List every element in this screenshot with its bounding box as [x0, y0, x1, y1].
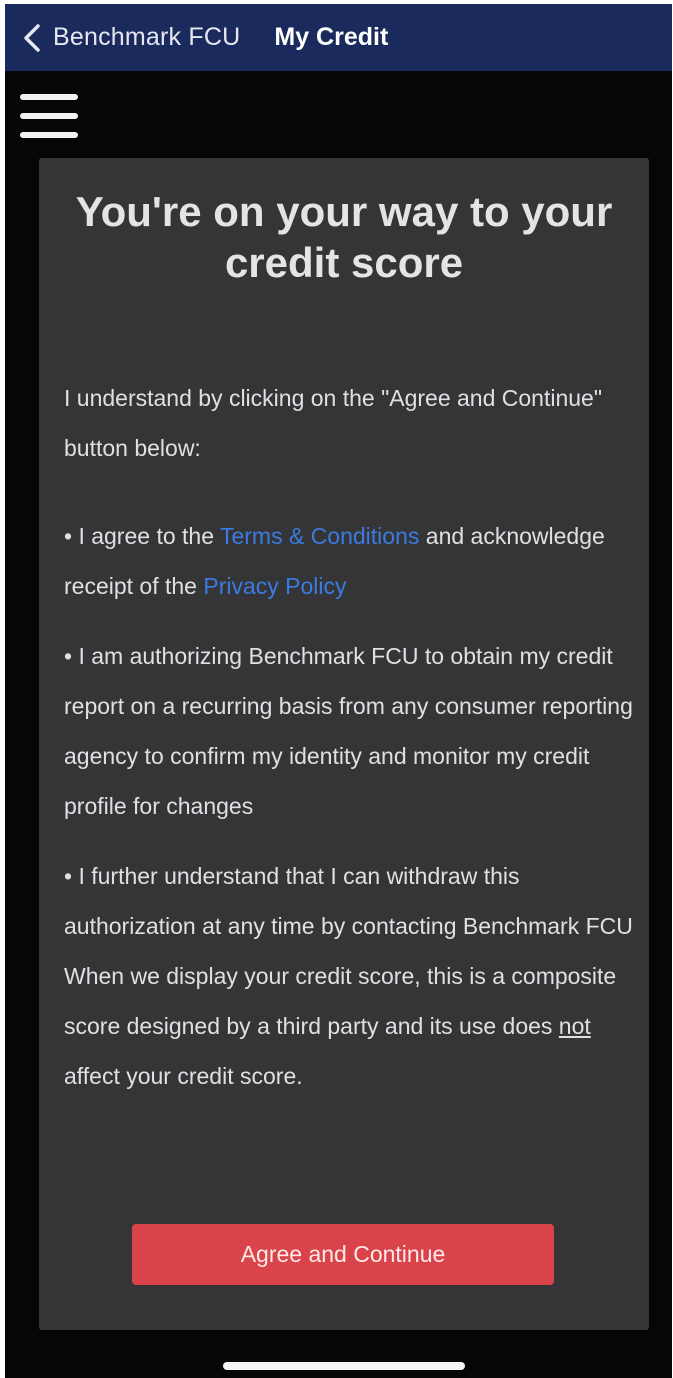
app-screen: Benchmark FCU My Credit You're on your w… — [5, 4, 672, 1378]
consent-text: I understand by clicking on the "Agree a… — [64, 373, 634, 1101]
navigation-bar: Benchmark FCU My Credit — [5, 4, 672, 71]
terms-bullet-prefix: • I agree to the — [64, 523, 220, 549]
back-button-label: Benchmark FCU — [53, 23, 241, 51]
hamburger-menu-icon[interactable] — [20, 94, 78, 138]
withdraw-bullet: • I further understand that I can withdr… — [64, 863, 633, 939]
card-title: You're on your way to your credit score — [75, 188, 613, 286]
disclaimer-emphasis: not — [558, 1013, 591, 1039]
agree-continue-button[interactable]: Agree and Continue — [132, 1224, 554, 1285]
authorization-bullet: • I am authorizing Benchmark FCU to obta… — [64, 643, 633, 819]
chevron-left-icon — [24, 23, 40, 52]
privacy-policy-link[interactable]: Privacy Policy — [203, 573, 346, 599]
consent-card: You're on your way to your credit score … — [39, 158, 649, 1330]
terms-conditions-link[interactable]: Terms & Conditions — [220, 523, 419, 549]
intro-text: I understand by clicking on the "Agree a… — [64, 385, 603, 461]
menu-line — [20, 94, 78, 100]
page-title: My Credit — [274, 23, 389, 51]
home-indicator[interactable] — [223, 1362, 465, 1370]
back-button[interactable]: Benchmark FCU — [21, 23, 240, 53]
menu-line — [20, 132, 78, 138]
disclaimer-text: When we display your credit score, this … — [64, 951, 634, 1101]
menu-line — [20, 113, 78, 119]
terms-bullet: • I agree to the Terms & Conditions and … — [64, 511, 634, 611]
disclaimer-after: affect your credit score. — [64, 1063, 303, 1089]
disclaimer-before: When we display your credit score, this … — [64, 963, 617, 1039]
